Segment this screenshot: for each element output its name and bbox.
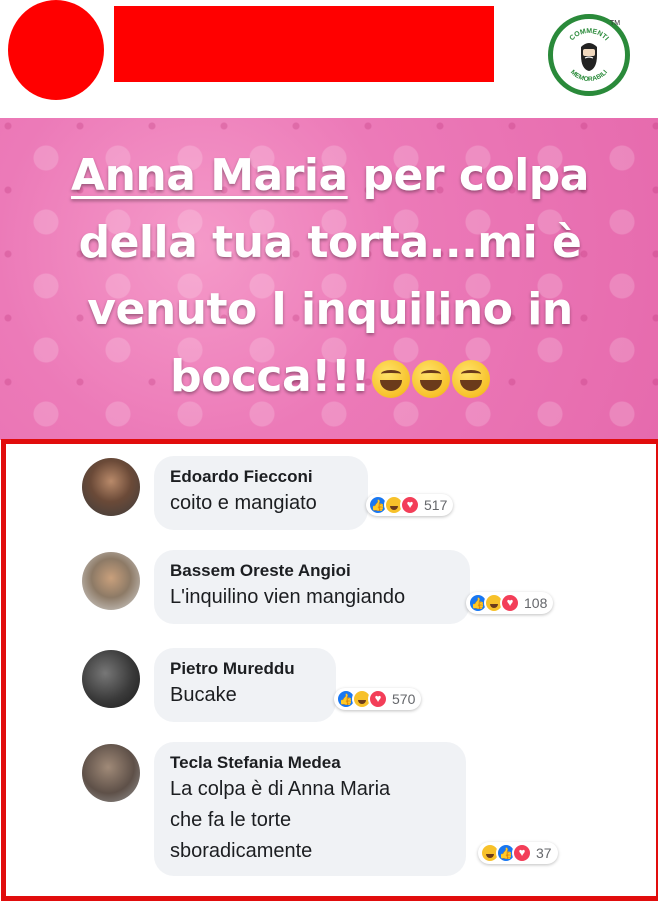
trademark-label: TM (610, 20, 621, 27)
laughing-tears-icon (411, 360, 450, 398)
commenter-avatar[interactable] (82, 458, 140, 516)
logo-top-text: COMMENTI (569, 28, 610, 42)
comment-text: L'inquilino vien mangiando (170, 586, 406, 608)
meme-image[interactable]: Anna Maria per colpa della tua torta...m… (0, 118, 658, 440)
reaction-count: 37 (536, 845, 552, 861)
laughing-tears-icon (451, 360, 490, 398)
comments-section: Edoardo Fiecconi coito e mangiato 👍 ♥ 51… (1, 439, 658, 901)
comment-bubble[interactable]: Pietro Mureddu Bucake (154, 648, 336, 722)
comment-author[interactable]: Tecla Stefania Medea (170, 752, 450, 774)
redacted-avatar (8, 0, 104, 100)
bearded-man-icon: COMMENTI MEMORABILI (569, 28, 610, 83)
reaction-count: 570 (392, 691, 416, 707)
commenter-avatar[interactable] (82, 552, 140, 610)
meme-caption-line1: per colpa (347, 150, 590, 201)
comment-bubble[interactable]: Bassem Oreste Angioi L'inquilino vien ma… (154, 550, 470, 624)
meme-caption: Anna Maria per colpa della tua torta...m… (40, 142, 620, 410)
comment-text-line: sboradicamente (170, 840, 313, 862)
comment-author[interactable]: Bassem Oreste Angioi (170, 560, 454, 582)
love-reaction-icon: ♥ (368, 689, 388, 709)
comment-text-line: che fa le torte (170, 809, 292, 831)
love-reaction-icon: ♥ (500, 593, 520, 613)
meme-caption-line2: della tua torta...mi è (78, 217, 582, 268)
reaction-count: 108 (524, 595, 548, 611)
reaction-summary[interactable]: 👍 ♥ 108 (466, 592, 554, 614)
meme-caption-line4: bocca!!! (170, 351, 370, 402)
love-reaction-icon: ♥ (512, 843, 532, 863)
post-frame: COMMENTI MEMORABILI TM Anna Maria per co… (0, 0, 658, 901)
post-header: COMMENTI MEMORABILI TM (0, 0, 658, 112)
meme-caption-name: Anna Maria (71, 150, 348, 201)
comment-text: Bucake (170, 684, 237, 706)
comment-author[interactable]: Pietro Mureddu (170, 658, 320, 680)
reaction-summary[interactable]: 👍 ♥ 517 (366, 494, 454, 516)
laughing-tears-icon (371, 360, 410, 398)
comment-text-line: La colpa è di Anna Maria (170, 778, 391, 800)
reaction-summary[interactable]: 👍 ♥ 570 (334, 688, 422, 710)
comment-author[interactable]: Edoardo Fiecconi (170, 466, 352, 488)
svg-text:COMMENTI: COMMENTI (569, 28, 610, 42)
love-reaction-icon: ♥ (400, 495, 420, 515)
commenter-avatar[interactable] (82, 650, 140, 708)
redacted-page-name (114, 6, 494, 82)
reaction-count: 517 (424, 497, 448, 513)
reaction-summary[interactable]: 👍 ♥ 37 (478, 842, 558, 864)
comment-bubble[interactable]: Edoardo Fiecconi coito e mangiato (154, 456, 368, 530)
comment-bubble[interactable]: Tecla Stefania Medea La colpa è di Anna … (154, 742, 466, 876)
commenter-avatar[interactable] (82, 744, 140, 802)
meme-caption-line3: venuto l inquilino in (87, 284, 573, 335)
comment-text: coito e mangiato (170, 492, 317, 514)
